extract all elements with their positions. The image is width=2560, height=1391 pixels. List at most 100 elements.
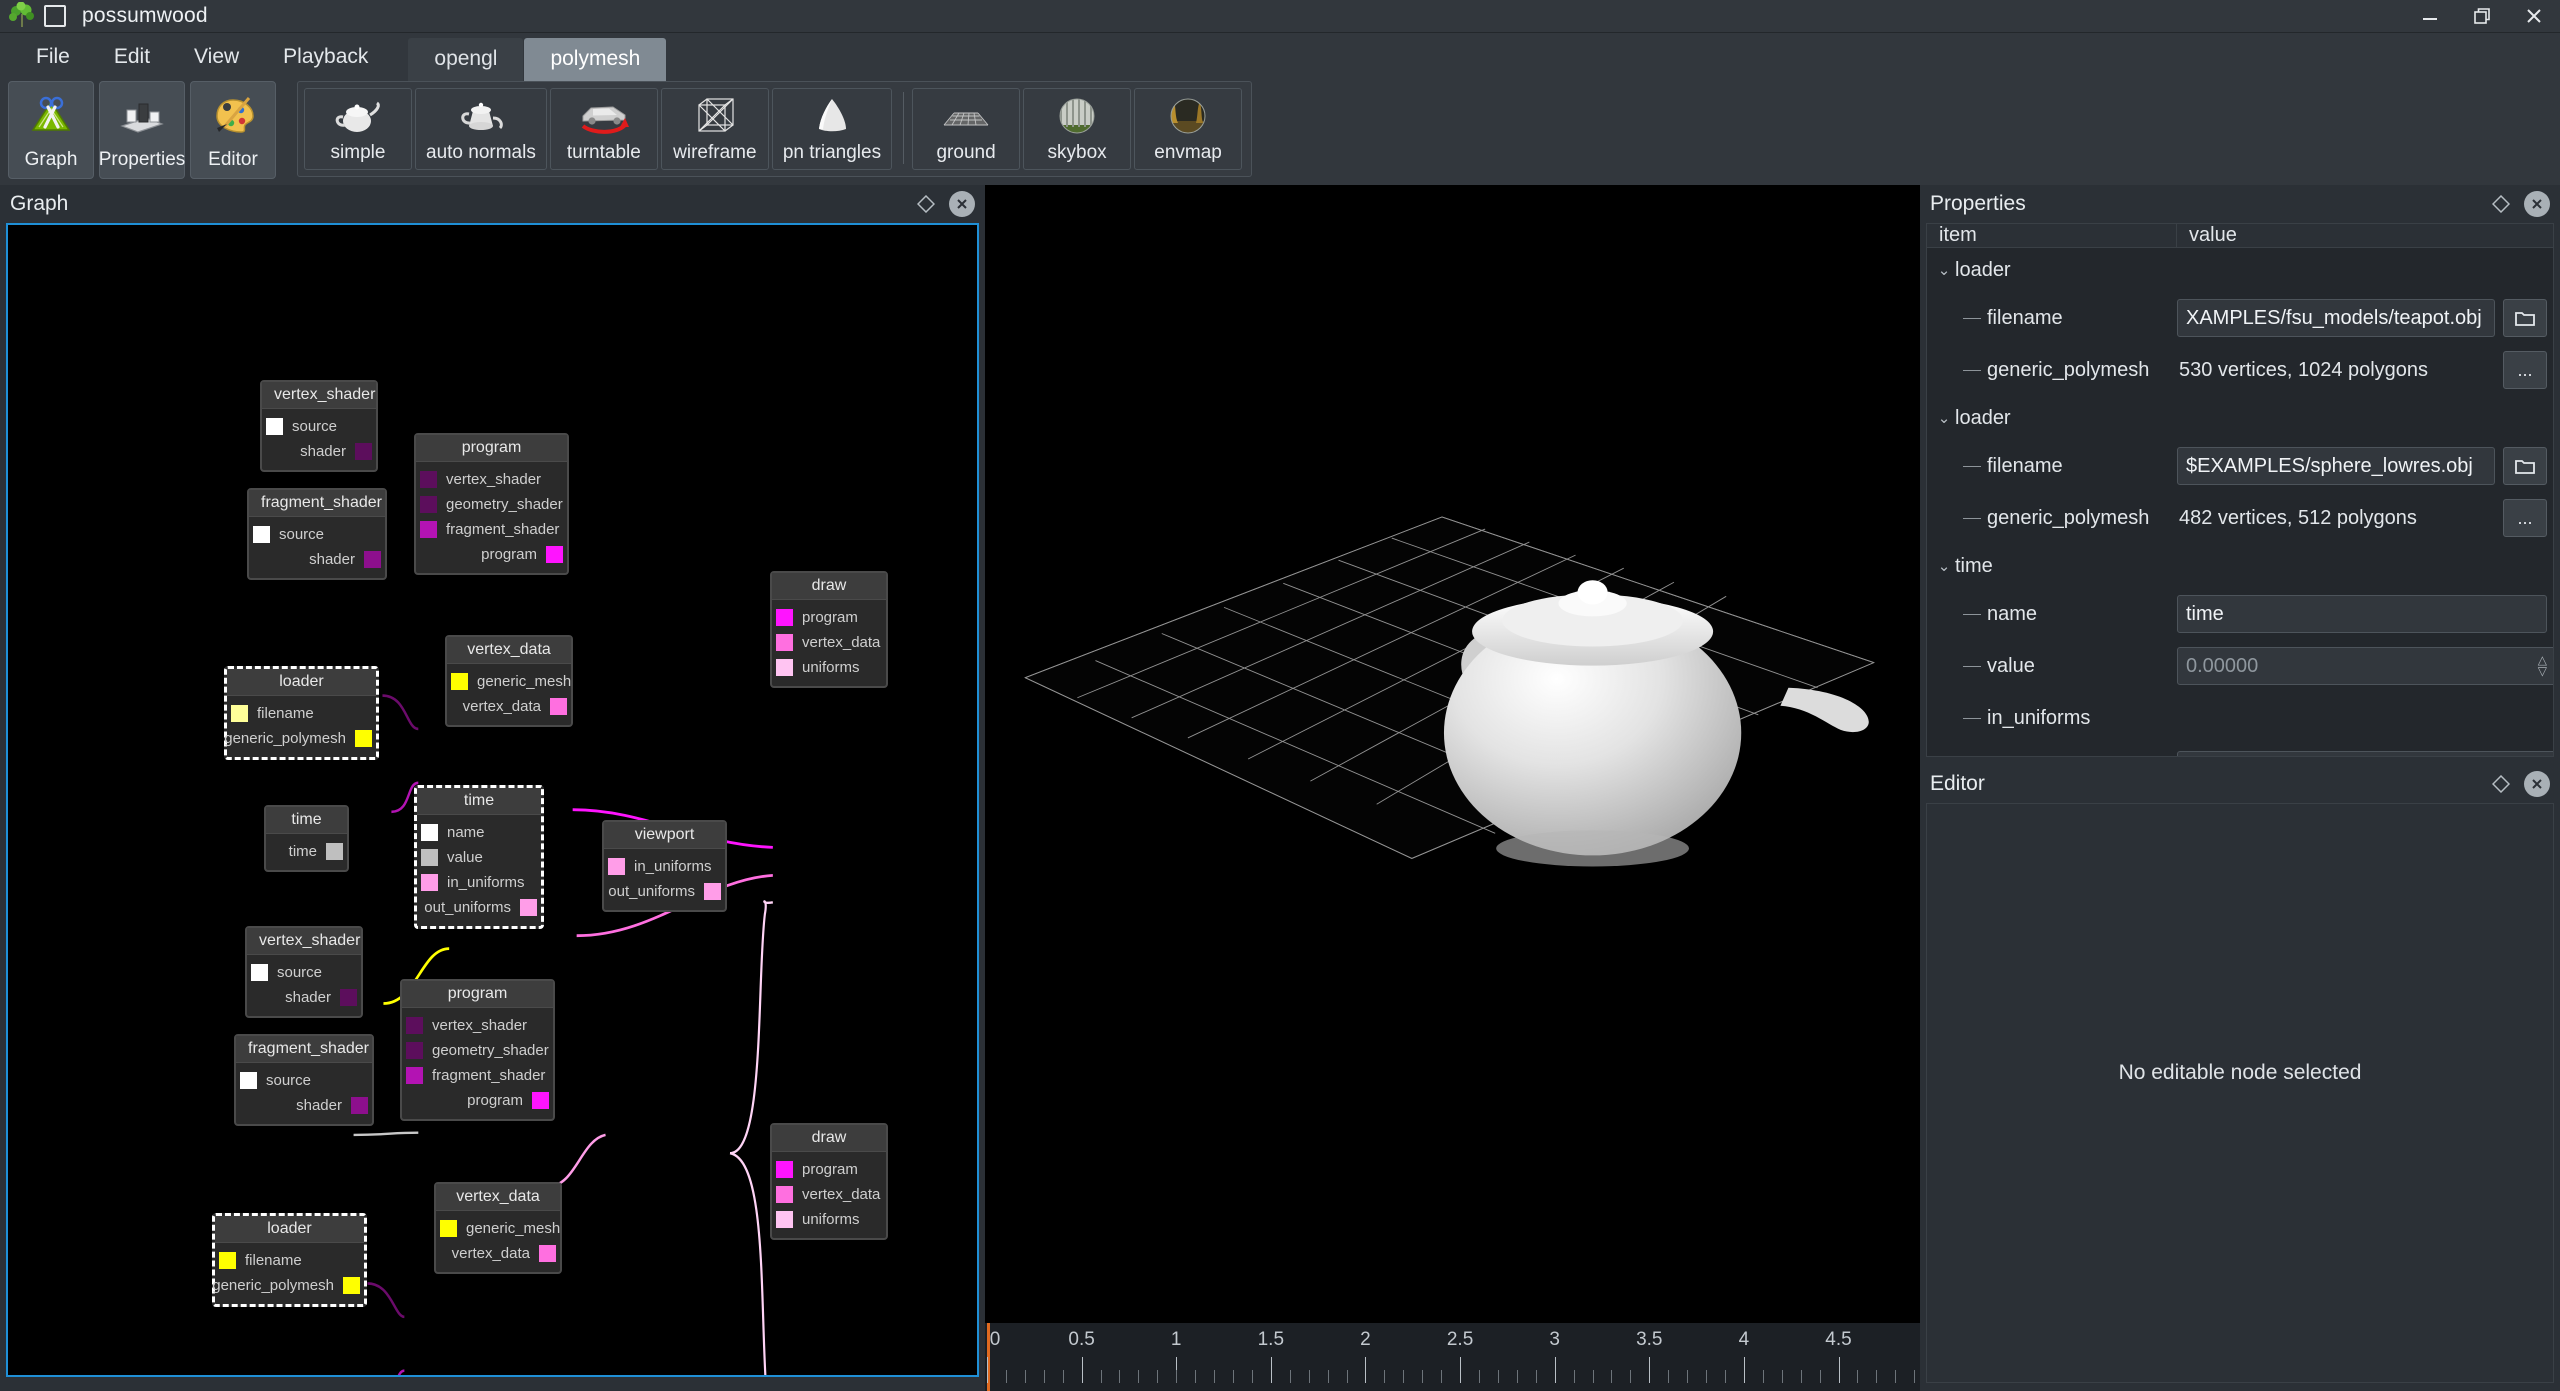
port-square[interactable]: [421, 874, 438, 891]
port-square[interactable]: [355, 443, 372, 460]
more-options-button[interactable]: ...: [2503, 499, 2547, 537]
property-input[interactable]: $EXAMPLES/sphere_lowres.obj: [2177, 447, 2495, 485]
port-square[interactable]: [240, 1072, 257, 1089]
turntable-button[interactable]: turntable: [549, 88, 658, 170]
property-row[interactable]: filename $EXAMPLES/sphere_lowres.obj: [1927, 440, 2553, 492]
port-square[interactable]: [532, 1092, 549, 1109]
port-square[interactable]: [251, 964, 268, 981]
graph-node[interactable]: program vertex_shader geometry_shader fragm…: [414, 433, 569, 575]
node-output-port-row[interactable]: shader: [247, 985, 361, 1010]
node-input-port-row[interactable]: filename: [215, 1248, 364, 1273]
port-square[interactable]: [776, 1161, 793, 1178]
port-square[interactable]: [546, 546, 563, 563]
port-square[interactable]: [420, 521, 437, 538]
node-output-port-row[interactable]: time: [266, 839, 347, 864]
node-input-port-row[interactable]: vertex_shader: [402, 1013, 553, 1038]
node-input-port-row[interactable]: geometry_shader: [416, 492, 567, 517]
chevron-down-icon[interactable]: ⌄: [1933, 261, 1955, 279]
ground-button[interactable]: ground: [912, 88, 1021, 170]
node-input-port-row[interactable]: in_uniforms: [604, 854, 725, 879]
node-input-port-row[interactable]: generic_mesh: [447, 669, 571, 694]
more-options-button[interactable]: ...: [2503, 351, 2547, 389]
port-square[interactable]: [355, 730, 372, 747]
port-square[interactable]: [266, 418, 283, 435]
port-square[interactable]: [550, 698, 567, 715]
node-output-port-row[interactable]: program: [416, 542, 567, 567]
graph-node[interactable]: fragment_shader source shader: [234, 1034, 374, 1126]
gl-viewport[interactable]: [985, 185, 1920, 1323]
menu-playback[interactable]: Playback: [261, 33, 390, 81]
graph-node[interactable]: vertex_shader source shader: [245, 926, 363, 1018]
port-square[interactable]: [406, 1067, 423, 1084]
port-square[interactable]: [776, 634, 793, 651]
property-group-row[interactable]: ⌄ loader: [1927, 396, 2553, 440]
port-square[interactable]: [451, 673, 468, 690]
spinner-arrows[interactable]: △ ▽: [2538, 654, 2547, 677]
node-output-port-row[interactable]: generic_polymesh: [224, 726, 376, 751]
pn-triangles-button[interactable]: pn triangles: [771, 88, 893, 170]
graph-node[interactable]: loader filename generic_polymesh: [224, 666, 379, 760]
port-square[interactable]: [704, 883, 721, 900]
port-square[interactable]: [776, 1211, 793, 1228]
auto-normals-button[interactable]: auto normals: [415, 88, 547, 170]
float-diamond-icon[interactable]: [913, 191, 939, 217]
graph-node[interactable]: draw program vertex_data uniforms: [770, 1123, 888, 1240]
folder-icon[interactable]: [2503, 299, 2547, 337]
node-output-port-row[interactable]: out_uniforms: [417, 895, 541, 920]
node-input-port-row[interactable]: source: [236, 1068, 372, 1093]
folder-icon[interactable]: [2503, 447, 2547, 485]
close-icon[interactable]: [949, 191, 975, 217]
property-input[interactable]: uniform float time[1];: [2177, 751, 2553, 756]
menu-view[interactable]: View: [172, 33, 261, 81]
port-square[interactable]: [343, 1277, 360, 1294]
node-input-port-row[interactable]: vertex_data: [772, 1182, 886, 1207]
node-input-port-row[interactable]: source: [247, 960, 361, 985]
property-input[interactable]: XAMPLES/fsu_models/teapot.obj: [2177, 299, 2495, 337]
port-square[interactable]: [406, 1017, 423, 1034]
editor-tool-button[interactable]: Editor: [190, 81, 276, 179]
node-input-port-row[interactable]: vertex_shader: [416, 467, 567, 492]
property-group-row[interactable]: ⌄ loader: [1927, 248, 2553, 292]
port-square[interactable]: [520, 899, 537, 916]
skybox-button[interactable]: skybox: [1023, 88, 1132, 170]
timeline-ruler[interactable]: 0 0.5 1 1.5 2 2.5 3 3.5 4 4.5: [985, 1323, 1920, 1391]
port-square[interactable]: [539, 1245, 556, 1262]
property-group-row[interactable]: ⌄ time: [1927, 544, 2553, 588]
graph-node[interactable]: draw program vertex_data uniforms: [770, 571, 888, 688]
port-square[interactable]: [364, 551, 381, 568]
node-output-port-row[interactable]: generic_polymesh: [212, 1273, 364, 1298]
node-output-port-row[interactable]: vertex_data: [447, 694, 571, 719]
graph-node[interactable]: vertex_data generic_mesh vertex_data: [445, 635, 573, 727]
port-square[interactable]: [231, 705, 248, 722]
node-input-port-row[interactable]: name: [417, 820, 541, 845]
graph-node[interactable]: program vertex_shader geometry_shader fragm…: [400, 979, 555, 1121]
node-input-port-row[interactable]: fragment_shader: [416, 517, 567, 542]
node-input-port-row[interactable]: filename: [227, 701, 376, 726]
graph-node[interactable]: time time: [264, 805, 349, 872]
tab-opengl[interactable]: opengl: [408, 38, 524, 81]
menu-edit[interactable]: Edit: [92, 33, 172, 81]
tab-polymesh[interactable]: polymesh: [524, 38, 667, 81]
port-square[interactable]: [340, 989, 357, 1006]
node-input-port-row[interactable]: vertex_data: [772, 630, 886, 655]
port-square[interactable]: [219, 1252, 236, 1269]
wireframe-button[interactable]: wireframe: [660, 88, 769, 170]
node-output-port-row[interactable]: shader: [262, 439, 376, 464]
node-output-port-row[interactable]: program: [402, 1088, 553, 1113]
properties-tool-button[interactable]: Properties: [99, 81, 185, 179]
property-row[interactable]: generic_polymesh 530 vertices, 1024 polyg…: [1927, 344, 2553, 396]
minimize-button[interactable]: [2404, 0, 2456, 33]
menu-file[interactable]: File: [14, 33, 92, 81]
node-input-port-row[interactable]: generic_mesh: [436, 1216, 560, 1241]
graph-node[interactable]: vertex_data generic_mesh vertex_data: [434, 1182, 562, 1274]
port-square[interactable]: [406, 1042, 423, 1059]
port-square[interactable]: [776, 609, 793, 626]
property-row[interactable]: name time: [1927, 588, 2553, 640]
port-square[interactable]: [776, 659, 793, 676]
node-output-port-row[interactable]: shader: [236, 1093, 372, 1118]
property-input[interactable]: time: [2177, 595, 2547, 633]
float-diamond-icon[interactable]: [2488, 191, 2514, 217]
port-square[interactable]: [440, 1220, 457, 1237]
simple-button[interactable]: simple: [304, 88, 412, 170]
port-square[interactable]: [421, 824, 438, 841]
